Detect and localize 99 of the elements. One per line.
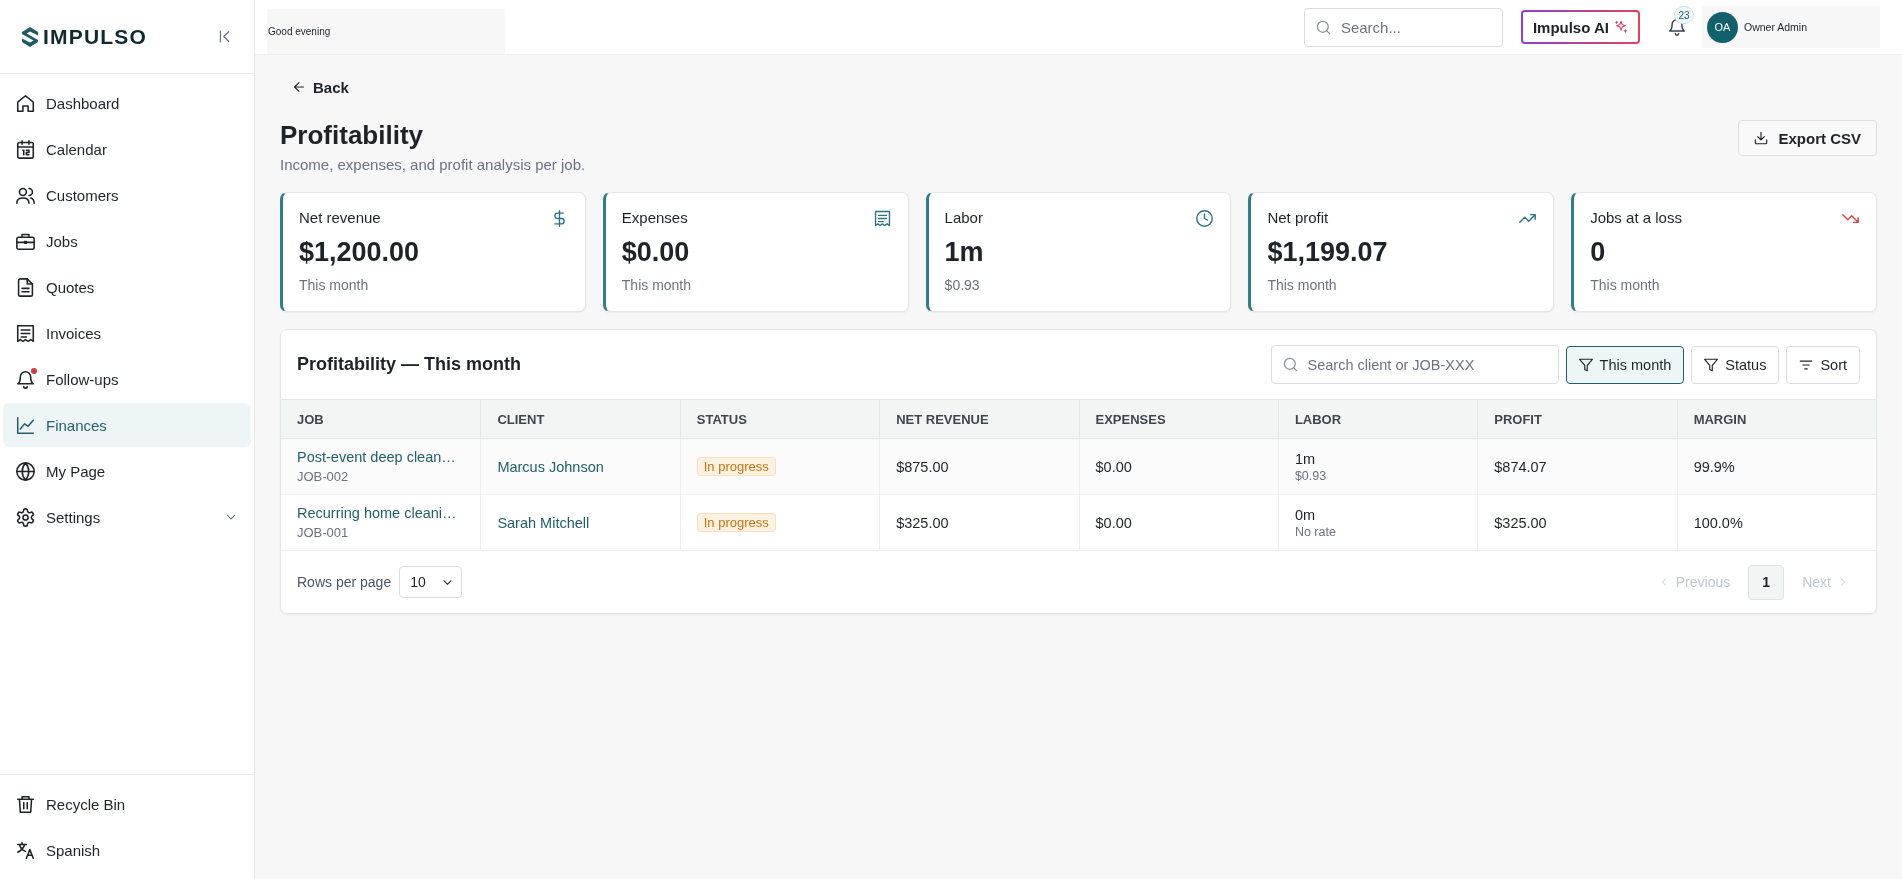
rows-per-page-label: Rows per page <box>297 574 392 590</box>
funnel-icon <box>1578 357 1593 372</box>
table-cell: $0.00 <box>1095 514 1132 531</box>
job-id: JOB-001 <box>297 525 349 540</box>
client-link[interactable]: Marcus Johnson <box>497 458 604 475</box>
card-value: 0 <box>1590 236 1607 269</box>
nav-item[interactable]: Customers <box>3 173 251 217</box>
logo-text: IMPULSO <box>43 24 148 49</box>
user-menu[interactable]: OA Owner Admin <box>1702 6 1880 48</box>
translate-icon <box>16 840 35 860</box>
nav-item[interactable]: My Page <box>3 449 251 493</box>
greeting-text: Good evening <box>268 26 331 38</box>
job-link[interactable]: Recurring home cleani… <box>297 505 457 521</box>
status-badge: In progress <box>696 513 776 532</box>
card-label: Labor <box>944 208 983 228</box>
trash-icon <box>16 794 35 814</box>
card-value: 1m <box>944 236 985 269</box>
job-id: JOB-002 <box>297 469 349 484</box>
table-cell: 100.0% <box>1693 514 1743 531</box>
column-header: LABOR <box>1277 400 1478 438</box>
line-chart-icon <box>16 415 35 435</box>
receipt-icon <box>16 323 35 343</box>
column-header: PROFIT <box>1477 400 1677 438</box>
rows-per-page-select[interactable]: 10 <box>399 566 463 598</box>
table-cell: $325.00 <box>896 514 949 531</box>
nav-item[interactable]: Invoices <box>3 311 251 355</box>
card-value: $1,200.00 <box>299 236 421 269</box>
client-link[interactable]: Sarah Mitchell <box>497 514 590 531</box>
column-header: EXPENSES <box>1078 400 1278 438</box>
page-subtitle: Income, expenses, and profit analysis per job. <box>280 155 586 175</box>
nav-item[interactable]: Spanish <box>3 828 251 872</box>
funnel-icon <box>1704 357 1719 372</box>
nav-item[interactable]: Follow-ups <box>3 357 251 401</box>
user-name: Owner Admin <box>1744 21 1808 33</box>
card-label: Net revenue <box>299 208 381 228</box>
ai-button[interactable]: Impulso AI <box>1520 10 1640 44</box>
search-icon <box>1282 357 1298 372</box>
nav-item[interactable]: Settings <box>3 495 251 539</box>
table-cell: $325.00 <box>1494 514 1547 531</box>
nav-item[interactable]: Jobs <box>3 219 251 263</box>
globe-icon <box>16 461 35 481</box>
nav-item[interactable]: Finances <box>3 403 251 447</box>
sparkle-icon <box>1614 20 1628 34</box>
page-title: Profitability <box>280 119 424 151</box>
clock-icon <box>1196 209 1214 227</box>
nav-item[interactable]: Recycle Bin <box>3 782 251 826</box>
table-cell: $0.00 <box>1095 458 1132 475</box>
labor-time: 0m <box>1294 506 1316 523</box>
card-note: This month <box>299 276 370 294</box>
card-note: $0.93 <box>944 276 981 294</box>
column-header: CLIENT <box>480 400 680 438</box>
search-field[interactable]: Search... <box>1303 7 1503 47</box>
labor-cost: No rate <box>1294 524 1336 539</box>
receipt-icon <box>873 209 891 227</box>
labor-cost: $0.93 <box>1294 468 1327 483</box>
back-button[interactable]: Back <box>280 73 357 101</box>
card-note: This month <box>1590 276 1661 294</box>
card-label: Expenses <box>621 208 688 228</box>
search-icon <box>1315 19 1331 35</box>
arrow-left-icon <box>292 80 306 94</box>
status-badge: In progress <box>696 457 776 476</box>
bell-icon <box>16 369 35 389</box>
sort-button[interactable]: Sort <box>1786 345 1860 384</box>
notification-badge: 23 <box>1674 6 1694 24</box>
filter-button[interactable]: This month <box>1565 345 1685 384</box>
home-icon <box>16 93 35 113</box>
nav-item[interactable]: Dashboard <box>3 81 251 125</box>
table-cell: $874.07 <box>1494 458 1547 475</box>
card-label: Net profit <box>1267 208 1329 228</box>
page-button[interactable]: 1 <box>1748 564 1785 600</box>
nav-item[interactable]: Quotes <box>3 265 251 309</box>
user-avatar: OA <box>1707 11 1738 43</box>
collapse-icon[interactable] <box>217 29 232 44</box>
card-note: This month <box>1267 276 1338 294</box>
filter-button[interactable]: Status <box>1691 345 1780 384</box>
table-title: Profitability — This month <box>297 354 521 375</box>
labor-time: 1m <box>1294 450 1316 467</box>
logo-icon <box>20 26 40 47</box>
column-header: MARGIN <box>1676 400 1876 438</box>
job-link[interactable]: Post-event deep clean… <box>297 449 456 465</box>
briefcase-icon <box>16 231 35 251</box>
download-icon <box>1754 131 1769 145</box>
column-header: NET REVENUE <box>879 400 1079 438</box>
column-header: STATUS <box>679 400 880 438</box>
card-value: $0.00 <box>621 236 691 269</box>
column-header: JOB <box>296 410 325 429</box>
card-note: This month <box>621 276 693 294</box>
search-field[interactable]: Search client or JOB-XXX <box>1270 345 1559 384</box>
table-cell: $875.00 <box>896 458 949 475</box>
settings-icon <box>16 507 35 527</box>
table-cell: 99.9% <box>1693 458 1735 475</box>
card-label: Jobs at a loss <box>1590 208 1682 228</box>
document-icon <box>16 277 35 297</box>
people-icon <box>16 185 35 205</box>
bell-icon[interactable] <box>1668 18 1686 36</box>
calendar-icon <box>16 139 35 159</box>
nav-item[interactable]: Calendar <box>3 127 251 171</box>
card-value: $1,199.07 <box>1267 236 1389 269</box>
export-button[interactable]: Export CSV <box>1738 120 1877 156</box>
